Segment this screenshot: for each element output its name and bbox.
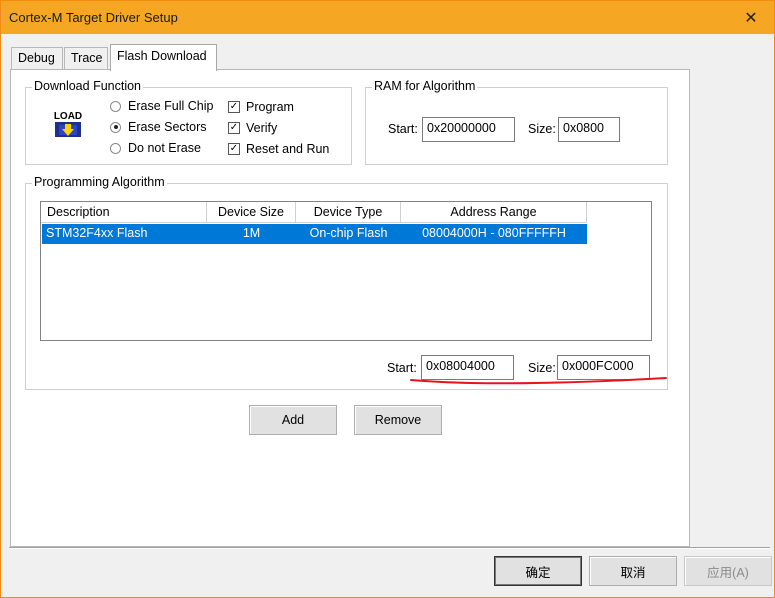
check-verify[interactable]: ✓ Verify — [228, 121, 277, 135]
flash-start-label: Start: — [387, 361, 417, 375]
title-bar[interactable]: Cortex-M Target Driver Setup ✕ — [1, 1, 774, 34]
remove-button[interactable]: Remove — [354, 405, 442, 435]
check-verify-label: Verify — [246, 121, 278, 135]
row-address-range: 08004000H - 080FFFFFH — [422, 226, 566, 240]
ram-start-label: Start: — [388, 122, 418, 136]
tab-flash-download[interactable]: Flash Download — [110, 44, 217, 71]
ram-start-input[interactable]: 0x20000000 — [422, 117, 515, 142]
download-function-group: Download Function LOAD Erase Full Chip E… — [25, 79, 352, 165]
column-address-range[interactable]: Address Range — [401, 202, 587, 223]
row-device-size: 1M — [242, 226, 261, 240]
column-device-size[interactable]: Device Size — [207, 202, 296, 223]
ram-for-algorithm-group: RAM for Algorithm Start: 0x20000000 Size… — [365, 79, 668, 165]
close-button[interactable]: ✕ — [728, 1, 774, 34]
column-description[interactable]: Description — [41, 202, 207, 223]
check-reset-and-run-label: Reset and Run — [246, 142, 330, 156]
radio-erase-full-chip[interactable]: Erase Full Chip — [110, 99, 213, 113]
algorithm-list[interactable]: Description Device Size Device Type Addr… — [40, 201, 652, 341]
close-icon: ✕ — [744, 9, 758, 27]
flash-size-label: Size: — [528, 361, 556, 375]
radio-do-not-erase-label: Do not Erase — [128, 141, 201, 155]
load-icon-label: LOAD — [54, 111, 82, 122]
window-title: Cortex-M Target Driver Setup — [9, 10, 178, 25]
row-device-type: On-chip Flash — [309, 226, 388, 240]
check-reset-and-run[interactable]: ✓ Reset and Run — [228, 142, 329, 156]
ok-button[interactable]: 确定 — [494, 556, 582, 586]
check-program-box[interactable]: ✓ — [228, 101, 240, 113]
check-program[interactable]: ✓ Program — [228, 100, 294, 114]
check-verify-box[interactable]: ✓ — [228, 122, 240, 134]
footer-separator — [9, 547, 770, 549]
ram-size-input[interactable]: 0x0800 — [558, 117, 620, 142]
ram-size-label: Size: — [528, 122, 556, 136]
radio-do-not-erase-indicator[interactable] — [110, 142, 121, 154]
radio-erase-sectors-indicator[interactable] — [110, 121, 121, 133]
apply-button[interactable]: 应用(A) — [684, 556, 772, 586]
radio-erase-sectors[interactable]: Erase Sectors — [110, 120, 207, 134]
add-button[interactable]: Add — [249, 405, 337, 435]
row-description: STM32F4xx Flash — [46, 226, 148, 240]
cancel-button[interactable]: 取消 — [589, 556, 677, 586]
dialog-window: Cortex-M Target Driver Setup ✕ Debug Tra… — [0, 0, 775, 598]
radio-do-not-erase[interactable]: Do not Erase — [110, 141, 201, 155]
programming-algorithm-title: Programming Algorithm — [32, 175, 167, 189]
tab-debug[interactable]: Debug — [11, 47, 63, 70]
load-icon: LOAD — [52, 107, 84, 139]
radio-erase-full-chip-label: Erase Full Chip — [128, 99, 214, 113]
tab-trace[interactable]: Trace — [64, 47, 108, 70]
flash-download-panel: Download Function LOAD Erase Full Chip E… — [10, 69, 690, 547]
red-underline-annotation — [410, 377, 667, 385]
download-function-title: Download Function — [32, 79, 144, 93]
table-row[interactable]: STM32F4xx Flash 1M On-chip Flash 0800400… — [42, 224, 587, 244]
radio-erase-sectors-label: Erase Sectors — [128, 120, 207, 134]
radio-erase-full-chip-indicator[interactable] — [110, 100, 121, 112]
check-program-label: Program — [246, 100, 294, 114]
check-reset-and-run-box[interactable]: ✓ — [228, 143, 240, 155]
column-device-type[interactable]: Device Type — [296, 202, 401, 223]
ram-for-algorithm-title: RAM for Algorithm — [372, 79, 478, 93]
